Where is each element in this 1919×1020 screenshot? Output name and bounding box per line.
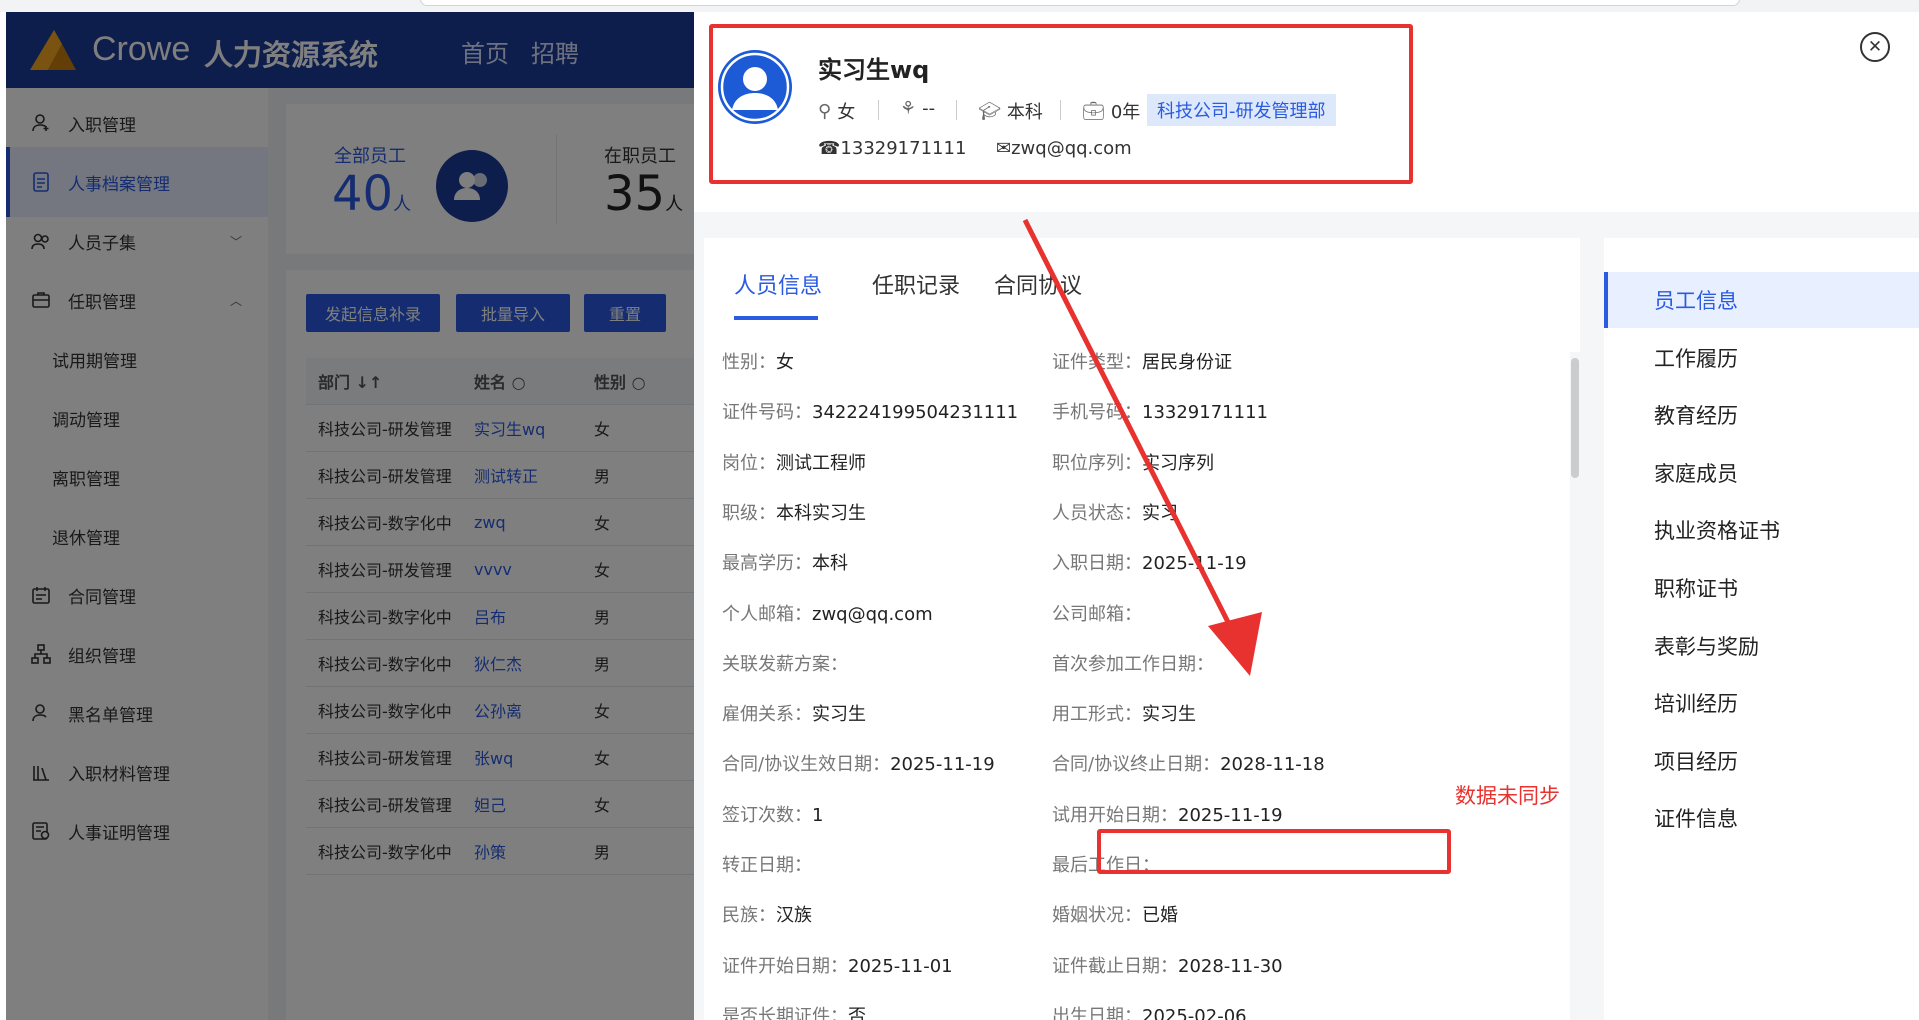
info-field: 出生日期：2025-02-06 xyxy=(1052,1002,1247,1020)
close-button[interactable]: ✕ xyxy=(1860,32,1890,62)
info-field: 民族：汉族 xyxy=(722,901,812,927)
info-field: 合同/协议生效日期：2025-11-19 xyxy=(722,750,995,776)
info-field: 试用开始日期：2025-11-19 xyxy=(1052,801,1283,827)
section-nav-item[interactable]: 工作履历 xyxy=(1604,330,1919,386)
field-value: 1 xyxy=(812,804,824,826)
field-label: 民族： xyxy=(722,905,776,927)
browser-top-strip xyxy=(0,0,1919,12)
info-field: 是否长期证件：否 xyxy=(722,1002,866,1020)
field-label: 合同/协议生效日期： xyxy=(722,754,891,776)
field-label: 转正日期： xyxy=(722,855,812,876)
section-nav-item[interactable]: 职称证书 xyxy=(1604,560,1919,616)
field-value: 2028-11-18 xyxy=(1220,754,1325,776)
section-nav-item[interactable]: 教育经历 xyxy=(1604,387,1919,443)
field-value: 2028-11-30 xyxy=(1178,955,1283,977)
field-value: 已婚 xyxy=(1142,905,1178,927)
section-nav-item[interactable]: 表彰与奖励 xyxy=(1604,618,1919,674)
address-bar[interactable] xyxy=(420,0,1740,6)
section-nav-item[interactable]: 执业资格证书 xyxy=(1604,502,1919,558)
field-label: 证件开始日期： xyxy=(722,955,848,977)
employee-detail-drawer: 实习生wq ⚲ 女 ⚘ -- 🎓︎ 本科 💼︎ 0年 科技公司-研发管理部 ☎ 13329… xyxy=(694,12,1919,1020)
annotation-arrow xyxy=(1022,218,1262,676)
field-value: 否 xyxy=(848,1005,866,1020)
field-label: 出生日期： xyxy=(1052,1005,1142,1020)
info-field: 签订次数：1 xyxy=(722,801,823,827)
field-label: 合同/协议终止日期： xyxy=(1052,754,1221,776)
field-label: 证件截止日期： xyxy=(1052,955,1178,977)
info-field: 证件截止日期：2028-11-30 xyxy=(1052,952,1283,978)
field-value: 2025-11-19 xyxy=(1178,804,1283,826)
section-nav: 员工信息 工作履历 教育经历 家庭成员 执业资格证书 职称证书 表彰与奖励 培训经历 项目经历证… xyxy=(1604,238,1919,1020)
last-workday-highlight-box xyxy=(1097,829,1451,874)
info-field: 转正日期： xyxy=(722,851,812,877)
field-value: 2025-11-19 xyxy=(890,754,995,776)
close-icon: ✕ xyxy=(1867,37,1883,57)
section-nav-item[interactable]: 员工信息 xyxy=(1604,272,1919,328)
info-field: 合同/协议终止日期：2028-11-18 xyxy=(1052,750,1325,776)
field-value: 2025-11-01 xyxy=(848,955,953,977)
section-nav-item[interactable]: 项目经历 xyxy=(1604,733,1919,789)
field-value: 汉族 xyxy=(776,905,812,927)
field-label: 是否长期证件： xyxy=(722,1005,848,1020)
field-label: 签订次数： xyxy=(722,804,812,826)
field-value: 2025-02-06 xyxy=(1142,1005,1247,1020)
field-label: 试用开始日期： xyxy=(1052,804,1178,826)
info-field: 婚姻状况：已婚 xyxy=(1052,901,1178,927)
field-label: 婚姻状况： xyxy=(1052,905,1142,927)
section-nav-item[interactable]: 家庭成员 xyxy=(1604,445,1919,501)
annotation-text: 数据未同步 xyxy=(1455,784,1560,808)
info-field: 证件开始日期：2025-11-01 xyxy=(722,952,953,978)
section-nav-item[interactable]: 证件信息 xyxy=(1604,790,1919,846)
section-nav-item[interactable]: 培训经历 xyxy=(1604,675,1919,731)
